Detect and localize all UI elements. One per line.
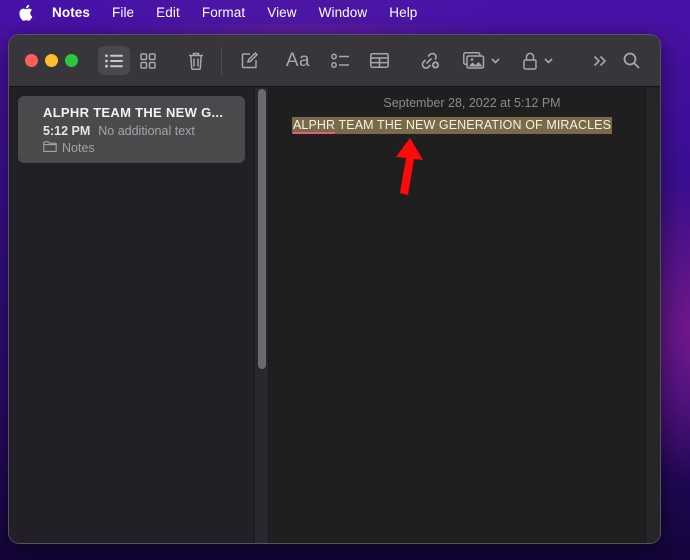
delete-button[interactable]	[182, 46, 210, 75]
list-icon	[105, 53, 123, 68]
list-view-button[interactable]	[98, 46, 130, 75]
checklist-button[interactable]	[327, 46, 353, 75]
menu-file[interactable]: File	[112, 5, 134, 20]
search-button[interactable]	[618, 46, 644, 75]
close-window-button[interactable]	[25, 54, 38, 67]
checklist-icon	[331, 53, 349, 69]
menu-notes[interactable]: Notes	[52, 5, 90, 20]
minimize-window-button[interactable]	[45, 54, 58, 67]
editor-scrollbar[interactable]	[645, 88, 660, 543]
toolbar-divider	[221, 47, 222, 75]
sidebar-scrollbar-thumb[interactable]	[258, 89, 266, 369]
chevron-double-right-icon	[593, 55, 607, 67]
lock-icon	[523, 52, 537, 70]
menubar: Notes File Edit Format View Window Help	[0, 0, 690, 24]
trash-icon	[188, 52, 204, 70]
gallery-view-button[interactable]	[134, 46, 162, 75]
collaborate-button[interactable]	[416, 46, 444, 75]
zoom-window-button[interactable]	[65, 54, 78, 67]
apple-logo-icon[interactable]	[18, 4, 34, 21]
format-button[interactable]: Aa	[283, 46, 313, 75]
text-format-icon: Aa	[285, 49, 311, 71]
notes-window: Aa ALPHR TEAM THE NEW G... 5:12 PM No ad…	[9, 35, 660, 543]
note-editor[interactable]: September 28, 2022 at 5:12 PM ALPHR TEAM…	[269, 88, 645, 543]
chevron-down-icon	[490, 57, 500, 64]
note-list-item[interactable]: ALPHR TEAM THE NEW G... 5:12 PM No addit…	[18, 96, 245, 163]
new-note-button[interactable]	[235, 46, 263, 75]
table-icon	[369, 53, 389, 68]
table-button[interactable]	[366, 46, 392, 75]
note-list-folder-name: Notes	[62, 141, 95, 155]
grid-icon	[140, 52, 156, 69]
link-collaborate-icon	[420, 52, 440, 70]
note-list-folder: Notes	[43, 141, 245, 155]
media-button[interactable]	[459, 46, 503, 75]
menu-window[interactable]: Window	[319, 5, 368, 20]
menu-help[interactable]: Help	[389, 5, 417, 20]
chevron-down-icon	[544, 57, 553, 64]
selected-text-highlight: ALPHR TEAM THE NEW GENERATION OF MIRACLE…	[292, 117, 613, 134]
note-list-meta: 5:12 PM No additional text	[43, 124, 245, 138]
search-icon	[623, 52, 640, 69]
note-list-title: ALPHR TEAM THE NEW G...	[43, 105, 224, 120]
red-arrow-annotation-icon	[394, 138, 424, 201]
lock-button[interactable]	[520, 46, 556, 75]
folder-icon	[43, 141, 57, 155]
note-list-time: 5:12 PM	[43, 124, 91, 138]
menu-view[interactable]: View	[267, 5, 296, 20]
photo-icon	[462, 52, 485, 69]
more-toolbar-items-button[interactable]	[588, 46, 612, 75]
menu-edit[interactable]: Edit	[156, 5, 180, 20]
compose-icon	[241, 52, 258, 69]
note-text-rest: TEAM THE NEW GENERATION OF MIRACLES	[335, 118, 612, 132]
misspelled-word: ALPHR	[293, 118, 336, 132]
note-list-preview: No additional text	[98, 124, 195, 138]
menu-format[interactable]: Format	[202, 5, 245, 20]
note-date: September 28, 2022 at 5:12 PM	[383, 96, 561, 110]
note-text[interactable]: ALPHR TEAM THE NEW GENERATION OF MIRACLE…	[292, 117, 613, 134]
toolbar: Aa	[9, 35, 660, 87]
sidebar-scrollbar[interactable]	[254, 88, 269, 543]
notes-list-sidebar: ALPHR TEAM THE NEW G... 5:12 PM No addit…	[9, 88, 254, 543]
